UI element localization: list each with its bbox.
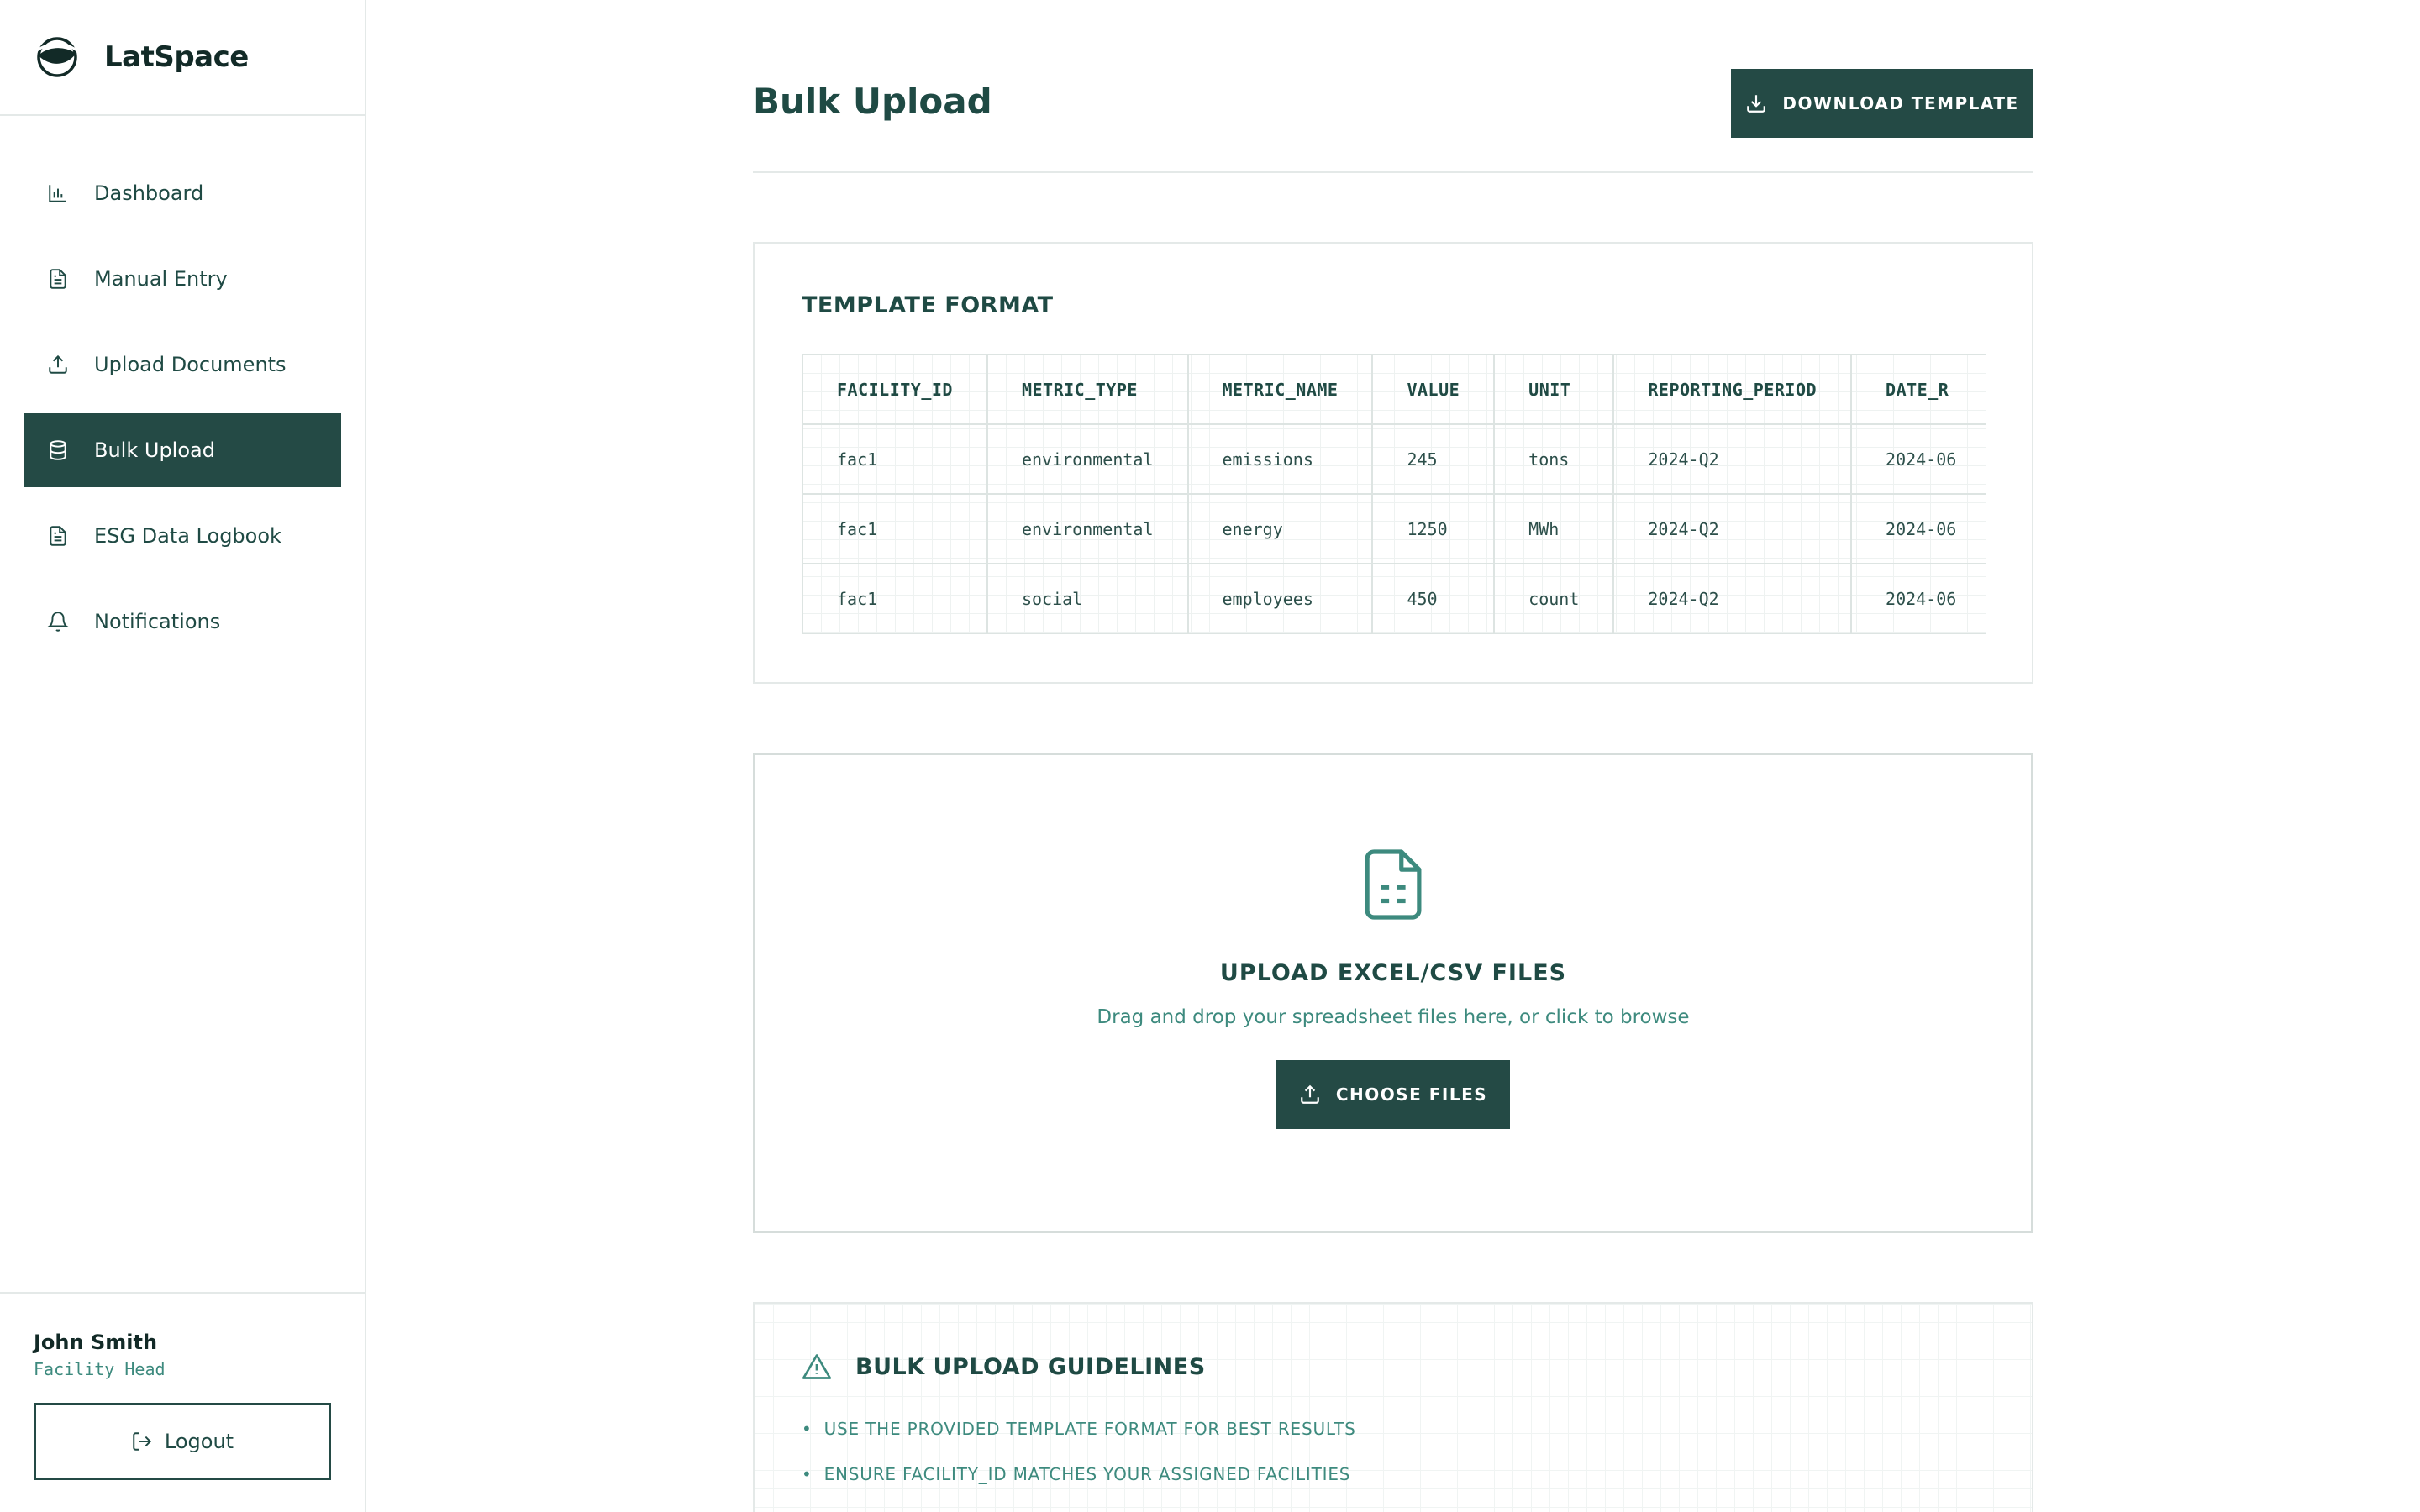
logout-label: Logout — [164, 1430, 234, 1453]
warning-icon — [802, 1352, 832, 1381]
database-icon — [45, 438, 71, 463]
download-template-button[interactable]: DOWNLOAD TEMPLATE — [1731, 69, 2033, 138]
table-cell: employees — [1186, 563, 1374, 634]
table-cell: energy — [1186, 493, 1374, 564]
sidebar-item-bulk-upload[interactable]: Bulk Upload — [24, 413, 341, 487]
bar-chart-icon — [45, 181, 71, 206]
table-cell: fac1 — [802, 493, 988, 564]
upload-subtitle: Drag and drop your spreadsheet files her… — [1097, 1006, 1690, 1028]
column-header: UNIT — [1493, 354, 1615, 425]
guidelines-card: BULK UPLOAD GUIDELINES USE THE PROVIDED … — [753, 1302, 2033, 1512]
table-header-row: FACILITY_ID METRIC_TYPE METRIC_NAME VALU… — [802, 354, 1986, 425]
table-cell: count — [1493, 563, 1615, 634]
logout-button[interactable]: Logout — [34, 1403, 331, 1480]
choose-files-button[interactable]: CHOOSE FILES — [1276, 1060, 1510, 1129]
user-panel: John Smith Facility Head Logout — [0, 1292, 365, 1512]
download-icon — [1745, 92, 1767, 114]
table-row: fac1 social employees 450 count 2024-Q2 … — [802, 563, 1986, 634]
template-format-title: TEMPLATE FORMAT — [802, 292, 1054, 318]
table-cell: tons — [1493, 423, 1615, 495]
spreadsheet-file-icon — [1360, 848, 1426, 925]
document-icon — [45, 266, 71, 291]
app-name: LatSpace — [104, 40, 249, 74]
template-table-scroll[interactable]: FACILITY_ID METRIC_TYPE METRIC_NAME VALU… — [802, 354, 1986, 634]
table-cell: social — [986, 563, 1189, 634]
upload-icon — [1299, 1084, 1321, 1105]
column-header: REPORTING_PERIOD — [1612, 354, 1853, 425]
guidelines-title: BULK UPLOAD GUIDELINES — [855, 1353, 1206, 1380]
table-cell: emissions — [1186, 423, 1374, 495]
column-header: VALUE — [1371, 354, 1496, 425]
main-content: Bulk Upload DOWNLOAD TEMPLATE TEMPLATE F… — [753, 0, 2033, 1512]
user-role: Facility Head — [34, 1359, 166, 1379]
table-cell: fac1 — [802, 423, 988, 495]
bell-icon — [45, 609, 71, 634]
table-cell: 2024-06 — [1850, 563, 1986, 634]
table-cell: environmental — [986, 423, 1189, 495]
sidebar: LatSpace Dashboard Manual Entry Upload D… — [0, 0, 366, 1512]
sidebar-item-label: Upload Documents — [94, 353, 287, 376]
table-cell: 2024-Q2 — [1612, 493, 1853, 564]
upload-title: UPLOAD EXCEL/CSV FILES — [1219, 960, 1567, 986]
table-row: fac1 environmental emissions 245 tons 20… — [802, 423, 1986, 495]
template-format-card: TEMPLATE FORMAT FACILITY_ID METRIC_TYPE … — [753, 242, 2033, 684]
table-cell: 2024-06 — [1850, 493, 1986, 564]
table-row: fac1 environmental energy 1250 MWh 2024-… — [802, 493, 1986, 564]
choose-files-label: CHOOSE FILES — [1335, 1084, 1488, 1105]
table-cell: 245 — [1371, 423, 1496, 495]
column-header: METRIC_NAME — [1186, 354, 1374, 425]
table-cell: environmental — [986, 493, 1189, 564]
sidebar-nav: Dashboard Manual Entry Upload Documents … — [0, 116, 365, 659]
table-cell: 2024-Q2 — [1612, 563, 1853, 634]
download-template-label: DOWNLOAD TEMPLATE — [1782, 93, 2019, 113]
upload-icon — [45, 352, 71, 377]
sidebar-item-dashboard[interactable]: Dashboard — [24, 156, 341, 230]
user-name: John Smith — [34, 1331, 158, 1354]
brand[interactable]: LatSpace — [0, 0, 365, 116]
sidebar-item-esg-data-logbook[interactable]: ESG Data Logbook — [24, 499, 341, 573]
sidebar-item-label: Notifications — [94, 610, 221, 633]
table-cell: MWh — [1493, 493, 1615, 564]
sidebar-item-label: Dashboard — [94, 181, 204, 205]
page-header: Bulk Upload DOWNLOAD TEMPLATE — [753, 0, 2033, 173]
sidebar-item-label: Manual Entry — [94, 267, 228, 291]
template-table: FACILITY_ID METRIC_TYPE METRIC_NAME VALU… — [802, 354, 1986, 634]
list-item: USE THE PROVIDED TEMPLATE FORMAT FOR BES… — [802, 1406, 1985, 1452]
page-title: Bulk Upload — [753, 81, 992, 122]
column-header: DATE_R — [1850, 354, 1986, 425]
latspace-logo-icon — [36, 37, 80, 77]
guidelines-list: USE THE PROVIDED TEMPLATE FORMAT FOR BES… — [802, 1406, 1985, 1512]
table-cell: 450 — [1371, 563, 1496, 634]
list-item: NUMERIC VALUES SHOULD NOT CONTAIN COMMAS… — [802, 1497, 1985, 1512]
upload-dropzone[interactable]: UPLOAD EXCEL/CSV FILES Drag and drop you… — [753, 753, 2033, 1233]
sidebar-item-upload-documents[interactable]: Upload Documents — [24, 328, 341, 402]
logout-icon — [131, 1431, 153, 1452]
column-header: FACILITY_ID — [802, 354, 988, 425]
guidelines-header: BULK UPLOAD GUIDELINES — [802, 1352, 1985, 1381]
sidebar-item-notifications[interactable]: Notifications — [24, 585, 341, 659]
sidebar-item-label: Bulk Upload — [94, 438, 215, 462]
list-item: ENSURE FACILITY_ID MATCHES YOUR ASSIGNED… — [802, 1452, 1985, 1497]
table-cell: 2024-06 — [1850, 423, 1986, 495]
sidebar-item-label: ESG Data Logbook — [94, 524, 281, 548]
table-cell: fac1 — [802, 563, 988, 634]
document-icon — [45, 523, 71, 549]
column-header: METRIC_TYPE — [986, 354, 1189, 425]
sidebar-item-manual-entry[interactable]: Manual Entry — [24, 242, 341, 316]
table-cell: 2024-Q2 — [1612, 423, 1853, 495]
table-cell: 1250 — [1371, 493, 1496, 564]
